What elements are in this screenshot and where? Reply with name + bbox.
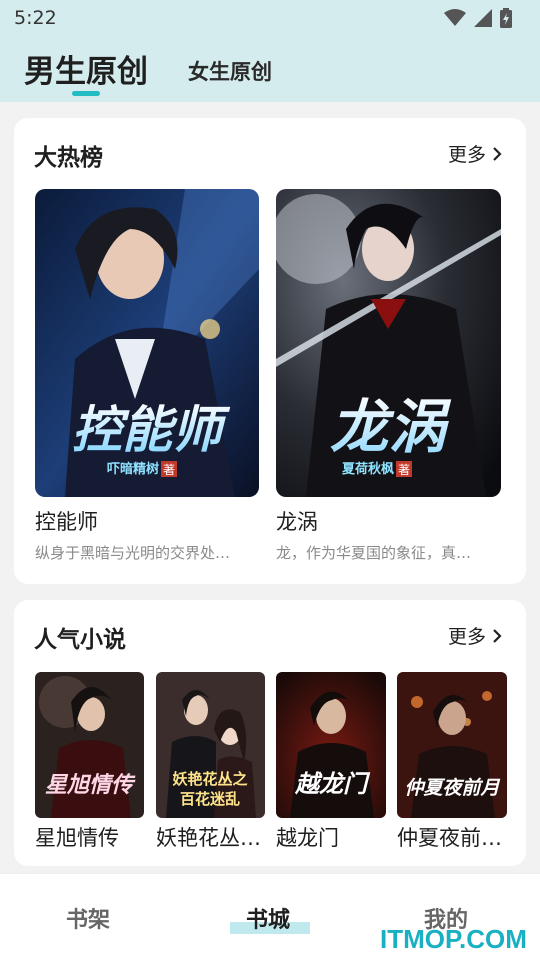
book-title[interactable]: 龙涡 <box>276 506 501 536</box>
book-title[interactable]: 控能师 <box>35 506 259 536</box>
watermark: ITMOP.COM <box>380 924 527 954</box>
section-title-popular: 人气小说 <box>34 627 126 653</box>
cover-author-mark: 著 <box>163 463 175 477</box>
popular-novels-section: 人气小说 更多 星旭情传 星旭情传 妖艳花丛之 百花迷乱 妖艳花丛… 越龙门 越… <box>14 600 526 866</box>
more-label: 更多 <box>447 144 486 166</box>
battery-icon <box>500 8 512 28</box>
status-time: 5:22 <box>14 7 57 29</box>
book-description: 龙，作为华夏国的象征，真… <box>276 544 472 562</box>
book-title[interactable]: 星旭情传 <box>35 822 149 852</box>
section-title-hot: 大热榜 <box>34 145 103 171</box>
status-icons <box>444 8 512 28</box>
cover-title-text: 仲夏夜前月 <box>404 777 500 799</box>
hot-more-link[interactable]: 更多 <box>448 140 502 167</box>
cover-title-text: 控能师 <box>72 401 231 459</box>
nav-bookstore[interactable]: 书城 <box>246 902 290 934</box>
book-title[interactable]: 越龙门 <box>276 822 390 852</box>
book-cover[interactable]: 妖艳花丛之 百花迷乱 <box>156 672 265 818</box>
cover-title-line1: 妖艳花丛之 <box>172 770 247 788</box>
book-cover[interactable]: 越龙门 <box>276 672 386 818</box>
category-tabs: 男生原创 女生原创 <box>0 36 540 102</box>
chevron-right-icon <box>493 146 502 161</box>
tab-female-original[interactable]: 女生原创 <box>188 56 272 86</box>
book-title[interactable]: 仲夏夜前… <box>397 822 511 852</box>
book-cover[interactable]: 龙涡 夏荷秋枫 著 <box>276 189 501 497</box>
cover-title-text: 星旭情传 <box>45 773 136 798</box>
popular-more-link[interactable]: 更多 <box>448 622 502 649</box>
signal-icon <box>474 9 492 27</box>
cover-author-mark: 著 <box>398 463 410 477</box>
tab-male-original[interactable]: 男生原创 <box>24 46 148 91</box>
chevron-right-icon <box>493 628 502 643</box>
book-description: 纵身于黑暗与光明的交界处… <box>35 544 231 562</box>
nav-bookshelf[interactable]: 书架 <box>66 902 110 934</box>
tab-active-indicator <box>72 91 100 96</box>
cover-author-tag: 夏荷秋枫 <box>341 461 394 477</box>
more-label: 更多 <box>447 626 486 648</box>
status-bar: 5:22 <box>0 0 540 36</box>
book-title[interactable]: 妖艳花丛… <box>156 822 270 852</box>
book-cover[interactable]: 星旭情传 <box>35 672 144 818</box>
cover-title-text: 龙涡 <box>330 393 452 461</box>
wifi-icon <box>444 9 466 26</box>
hot-ranking-section: 大热榜 更多 控能师 吓暗精树 著 控能师 纵身于黑暗与光明的交界处… 龙涡 夏… <box>14 118 526 584</box>
book-cover[interactable]: 控能师 吓暗精树 著 <box>35 189 259 497</box>
cover-title-text: 越龙门 <box>294 770 371 798</box>
cover-author-tag: 吓暗精树 <box>107 461 159 477</box>
book-cover[interactable]: 仲夏夜前月 <box>397 672 507 818</box>
cover-title-line2: 百花迷乱 <box>180 790 240 808</box>
